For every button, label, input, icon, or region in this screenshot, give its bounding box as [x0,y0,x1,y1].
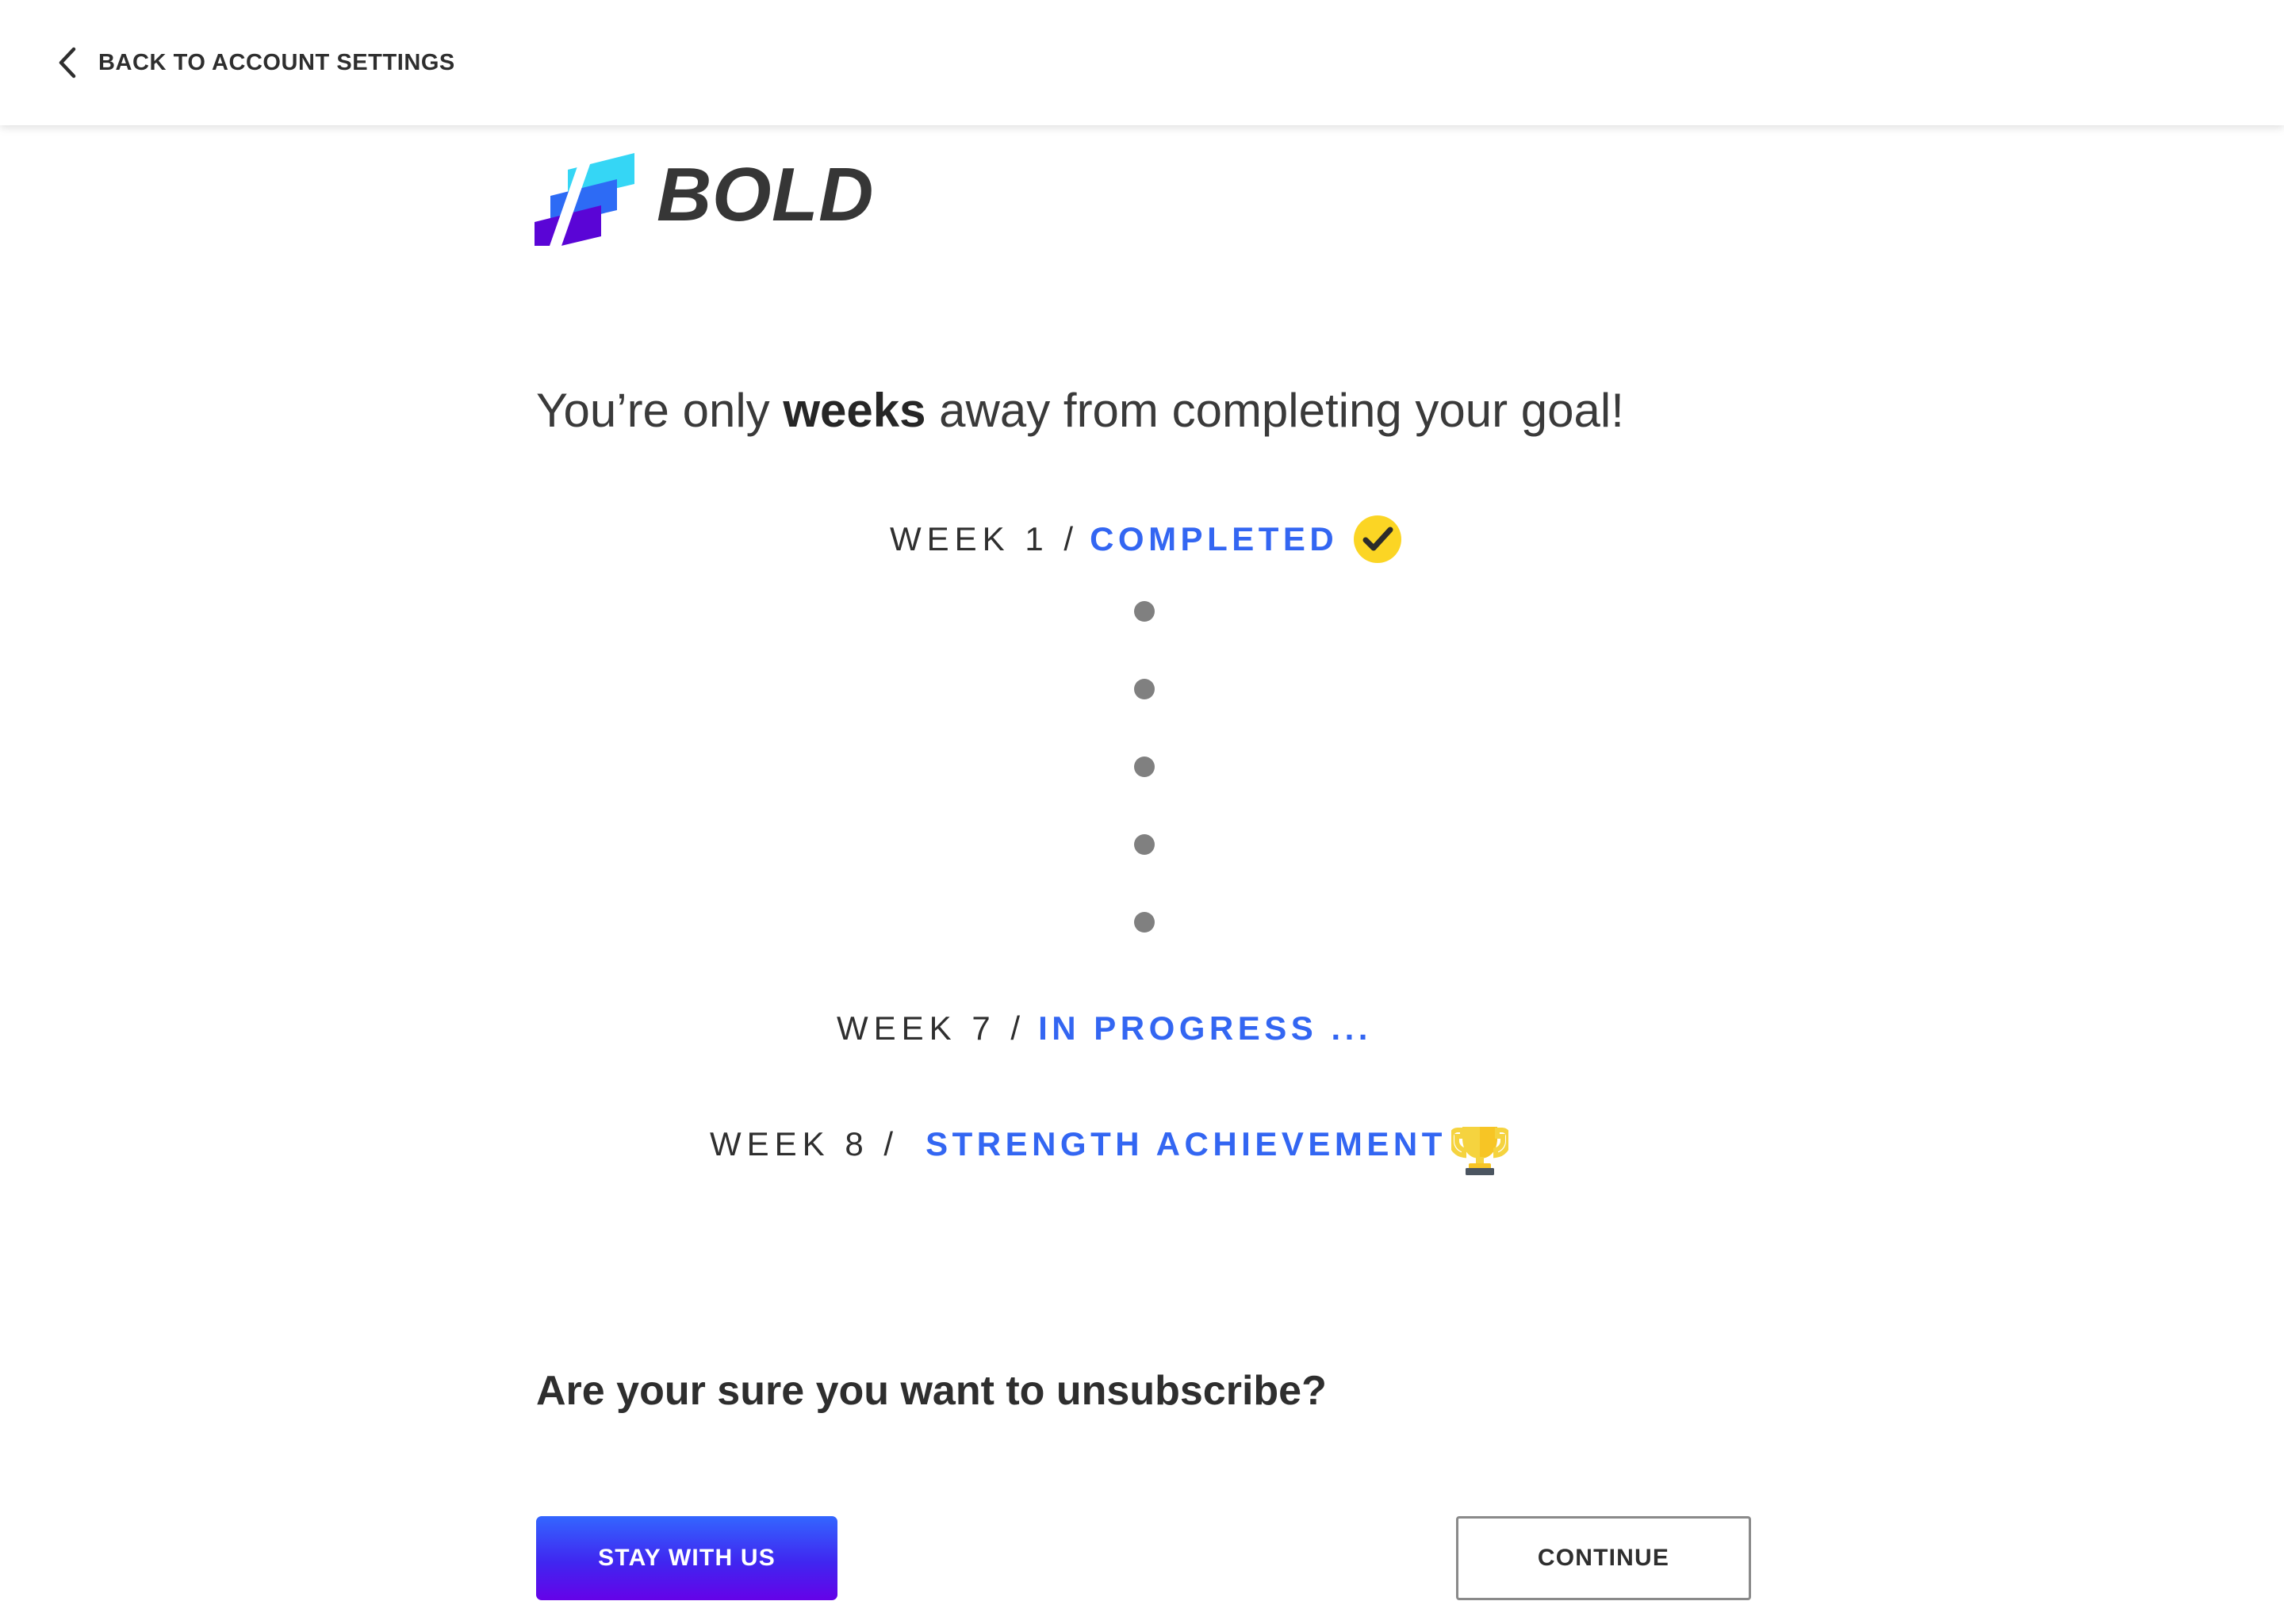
action-buttons: STAY WITH US CONTINUE [536,1516,1751,1600]
progress-row-week-7: WEEK 7 / IN PROGRESS ... [837,1012,1372,1045]
week-7-label: WEEK 7 / [837,1009,1026,1047]
week-7-status: IN PROGRESS ... [1038,1009,1372,1047]
progress-row-week-1: WEEK 1 / COMPLETED [890,515,1402,563]
continue-button[interactable]: CONTINUE [1456,1516,1751,1600]
headline-prefix: You’re only [536,384,784,437]
week-1-status: COMPLETED [1090,520,1339,557]
chevron-left-icon [57,46,78,79]
unsubscribe-question: Are your sure you want to unsubscribe? [536,1368,1327,1414]
week-8-status: STRENGTH ACHIEVEMENT [925,1125,1447,1162]
week-8-label: WEEK 8 / [710,1125,899,1162]
bold-bars-logo-icon [533,151,636,246]
stay-with-us-button[interactable]: STAY WITH US [536,1516,837,1600]
progress-dot [1134,834,1155,855]
trophy-icon [1450,1119,1508,1176]
check-badge-icon [1354,515,1402,563]
page-headline: You’re only weeks away from completing y… [536,383,1624,438]
progress-dot [1134,601,1155,622]
stay-with-us-label: STAY WITH US [598,1545,776,1571]
headline-suffix: away from completing your goal! [925,384,1624,437]
headline-emphasis: weeks [783,384,926,437]
back-to-account-settings-button[interactable]: BACK TO ACCOUNT SETTINGS [57,0,455,125]
bold-logo: BOLD [533,151,874,246]
progress-dot [1134,912,1155,933]
bold-wordmark: BOLD [657,152,874,237]
progress-dot [1134,756,1155,777]
progress-dot [1134,679,1155,699]
back-link-label: BACK TO ACCOUNT SETTINGS [98,49,455,75]
progress-row-week-8: WEEK 8 / STRENGTH ACHIEVEMENT [710,1116,1508,1176]
progress-dots [1134,601,1155,933]
week-1-label: WEEK 1 / [890,520,1079,557]
continue-label: CONTINUE [1537,1545,1670,1571]
top-header-bar: BACK TO ACCOUNT SETTINGS [0,0,2284,125]
